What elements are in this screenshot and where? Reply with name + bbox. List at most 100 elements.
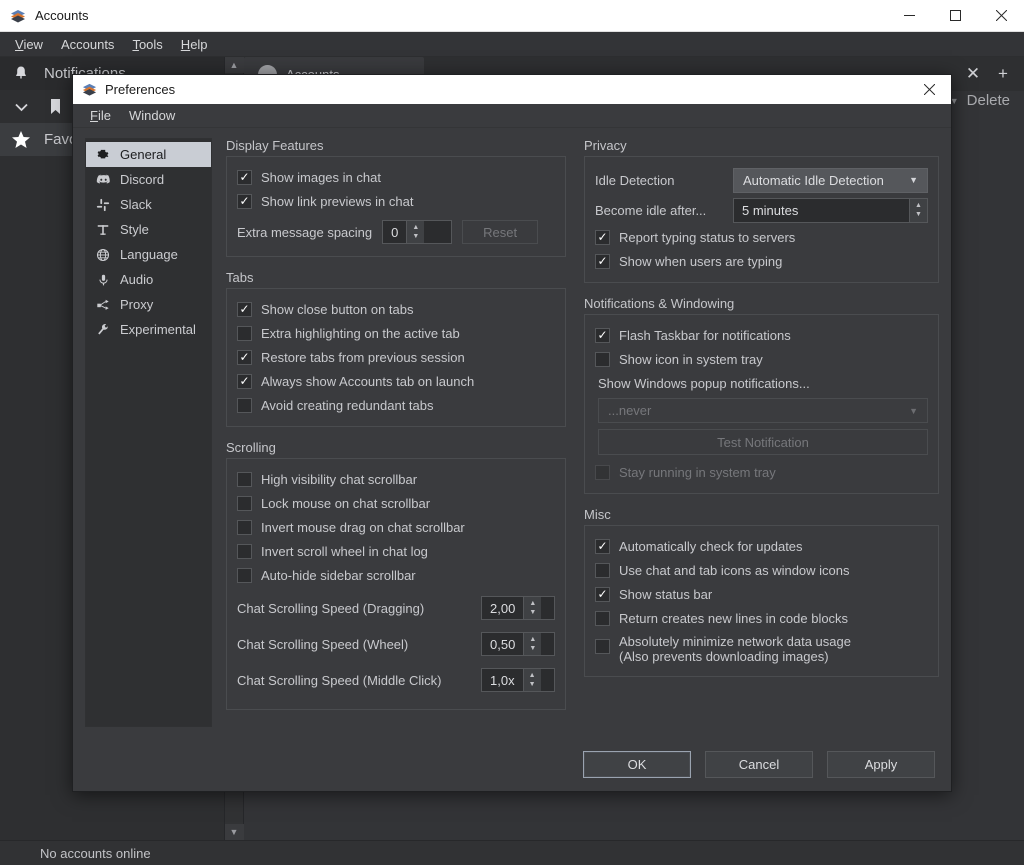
checkbox-show-close-button[interactable]: ✓ xyxy=(237,301,252,317)
menu-accounts[interactable]: Accounts xyxy=(52,34,123,55)
scroll-down-arrow[interactable]: ▼ xyxy=(224,824,244,840)
menu-tools[interactable]: Tools xyxy=(123,34,171,55)
cancel-button[interactable]: Cancel xyxy=(705,750,813,778)
menu-view[interactable]: View xyxy=(6,34,52,55)
spinner-up-icon[interactable]: ▲ xyxy=(529,636,536,643)
proxy-nodes-icon xyxy=(95,298,111,312)
spinner-arrows[interactable]: ▲ ▼ xyxy=(406,221,425,243)
checkbox-row-show-status-bar[interactable]: ✓ Show status bar xyxy=(595,582,928,606)
checkbox-minimize-network-usage[interactable] xyxy=(595,639,610,654)
checkbox-row-invert-scroll-wheel[interactable]: Invert scroll wheel in chat log xyxy=(237,539,555,563)
checkbox-show-images[interactable]: ✓ xyxy=(237,169,252,185)
checkbox-row-show-images[interactable]: ✓ Show images in chat xyxy=(237,165,555,189)
checkbox-report-typing-status[interactable]: ✓ xyxy=(595,229,610,245)
checkbox-lock-mouse-scrollbar[interactable] xyxy=(237,495,252,511)
label-auto-check-updates: Automatically check for updates xyxy=(619,538,803,554)
checkbox-row-report-typing-status[interactable]: ✓ Report typing status to servers xyxy=(595,225,928,249)
nav-item-general[interactable]: General xyxy=(86,142,211,167)
spinner-scroll-speed-dragging[interactable]: 2,00 ▲ ▼ xyxy=(481,596,555,620)
checkbox-row-show-users-typing[interactable]: ✓ Show when users are typing xyxy=(595,249,928,273)
prefs-menu-file[interactable]: File xyxy=(81,106,120,125)
spinner-up-icon[interactable]: ▲ xyxy=(412,224,419,231)
spinner-down-icon[interactable]: ▼ xyxy=(412,233,419,240)
spinner-arrows[interactable]: ▲ ▼ xyxy=(523,597,542,619)
prefs-menu-window[interactable]: Window xyxy=(120,106,184,125)
checkbox-row-avoid-redundant-tabs[interactable]: Avoid creating redundant tabs xyxy=(237,393,555,417)
checkbox-row-restore-tabs[interactable]: ✓ Restore tabs from previous session xyxy=(237,345,555,369)
spinner-extra-message-spacing[interactable]: 0 ▲ ▼ xyxy=(382,220,453,244)
checkbox-invert-scroll-wheel[interactable] xyxy=(237,543,252,559)
scroll-up-arrow[interactable]: ▲ xyxy=(224,57,244,73)
checkbox-restore-tabs[interactable]: ✓ xyxy=(237,349,252,365)
checkbox-row-show-close-button[interactable]: ✓ Show close button on tabs xyxy=(237,297,555,321)
checkbox-row-flash-taskbar[interactable]: ✓ Flash Taskbar for notifications xyxy=(595,323,928,347)
spinner-down-icon[interactable]: ▼ xyxy=(529,609,536,616)
checkbox-flash-taskbar[interactable]: ✓ xyxy=(595,327,610,343)
label-show-status-bar: Show status bar xyxy=(619,586,713,602)
chevron-down-icon[interactable] xyxy=(10,102,32,112)
checkbox-row-show-link-previews[interactable]: ✓ Show link previews in chat xyxy=(237,189,555,213)
ok-button[interactable]: OK xyxy=(583,750,691,778)
checkbox-show-users-typing[interactable]: ✓ xyxy=(595,253,610,269)
maximize-button[interactable] xyxy=(932,0,978,31)
nav-item-slack[interactable]: Slack xyxy=(86,192,211,217)
checkbox-row-high-visibility-scrollbar[interactable]: High visibility chat scrollbar xyxy=(237,467,555,491)
checkbox-stay-running-tray[interactable] xyxy=(595,464,610,480)
menu-help[interactable]: Help xyxy=(172,34,217,55)
spinner-up-icon[interactable]: ▲ xyxy=(529,600,536,607)
minimize-button[interactable] xyxy=(886,0,932,31)
checkbox-row-show-tray-icon[interactable]: Show icon in system tray xyxy=(595,347,928,371)
spinner-arrows[interactable]: ▲ ▼ xyxy=(523,633,542,655)
dropdown-idle-detection[interactable]: Automatic Idle Detection ▼ xyxy=(733,167,928,193)
dropdown-popup-notifications[interactable]: ...never ▼ xyxy=(598,398,928,423)
close-tab-icon[interactable]: ✕ xyxy=(960,57,986,91)
close-button[interactable] xyxy=(978,0,1024,31)
checkbox-use-chat-tab-icons[interactable] xyxy=(595,562,610,578)
preferences-body: General Discord Slack Style Language Aud… xyxy=(73,128,951,737)
checkbox-row-always-show-accounts[interactable]: ✓ Always show Accounts tab on launch xyxy=(237,369,555,393)
spinner-up-icon[interactable]: ▲ xyxy=(915,202,922,209)
checkbox-show-link-previews[interactable]: ✓ xyxy=(237,193,252,209)
checkbox-invert-mouse-drag[interactable] xyxy=(237,519,252,535)
spinner-arrows[interactable]: ▲ ▼ xyxy=(522,669,541,691)
checkbox-row-stay-running-tray[interactable]: Stay running in system tray xyxy=(595,460,928,484)
checkbox-extra-highlighting[interactable] xyxy=(237,325,252,341)
nav-item-experimental[interactable]: Experimental xyxy=(86,317,211,342)
checkbox-row-extra-highlighting[interactable]: Extra highlighting on the active tab xyxy=(237,321,555,345)
checkbox-row-invert-mouse-drag[interactable]: Invert mouse drag on chat scrollbar xyxy=(237,515,555,539)
checkbox-row-auto-check-updates[interactable]: ✓ Automatically check for updates xyxy=(595,534,928,558)
spinner-up-icon[interactable]: ▲ xyxy=(529,672,536,679)
nav-item-proxy[interactable]: Proxy xyxy=(86,292,211,317)
checkbox-show-tray-icon[interactable] xyxy=(595,351,610,367)
checkbox-return-new-lines[interactable] xyxy=(595,610,610,626)
bookmark-icon[interactable] xyxy=(44,98,66,115)
checkbox-avoid-redundant-tabs[interactable] xyxy=(237,397,252,413)
nav-item-audio[interactable]: Audio xyxy=(86,267,211,292)
checkbox-autohide-sidebar-scrollbar[interactable] xyxy=(237,567,252,583)
close-preferences-button[interactable] xyxy=(907,75,951,104)
checkbox-show-status-bar[interactable]: ✓ xyxy=(595,586,610,602)
spinner-scroll-speed-wheel[interactable]: 0,50 ▲ ▼ xyxy=(481,632,555,656)
checkbox-row-autohide-sidebar-scrollbar[interactable]: Auto-hide sidebar scrollbar xyxy=(237,563,555,587)
spinner-become-idle-after[interactable]: 5 minutes ▲ ▼ xyxy=(733,197,928,223)
checkbox-always-show-accounts[interactable]: ✓ xyxy=(237,373,252,389)
reset-button[interactable]: Reset xyxy=(462,220,539,244)
nav-item-discord[interactable]: Discord xyxy=(86,167,211,192)
spinner-scroll-speed-middle-click[interactable]: 1,0x ▲ ▼ xyxy=(481,668,555,692)
spinner-down-icon[interactable]: ▼ xyxy=(529,645,536,652)
checkbox-row-lock-mouse-scrollbar[interactable]: Lock mouse on chat scrollbar xyxy=(237,491,555,515)
test-notification-button[interactable]: Test Notification xyxy=(598,429,928,455)
spinner-down-icon[interactable]: ▼ xyxy=(529,681,536,688)
checkbox-row-return-new-lines[interactable]: Return creates new lines in code blocks xyxy=(595,606,928,630)
spinner-arrows[interactable]: ▲ ▼ xyxy=(909,198,927,222)
checkbox-high-visibility-scrollbar[interactable] xyxy=(237,471,252,487)
nav-item-style[interactable]: Style xyxy=(86,217,211,242)
apply-button[interactable]: Apply xyxy=(827,750,935,778)
delete-button[interactable]: Delete xyxy=(967,92,1010,109)
checkbox-row-minimize-network-usage[interactable]: Absolutely minimize network data usage (… xyxy=(595,630,928,664)
checkbox-auto-check-updates[interactable]: ✓ xyxy=(595,538,610,554)
new-tab-icon[interactable]: + xyxy=(990,57,1016,91)
spinner-down-icon[interactable]: ▼ xyxy=(915,211,922,218)
nav-item-language[interactable]: Language xyxy=(86,242,211,267)
checkbox-row-use-chat-tab-icons[interactable]: Use chat and tab icons as window icons xyxy=(595,558,928,582)
